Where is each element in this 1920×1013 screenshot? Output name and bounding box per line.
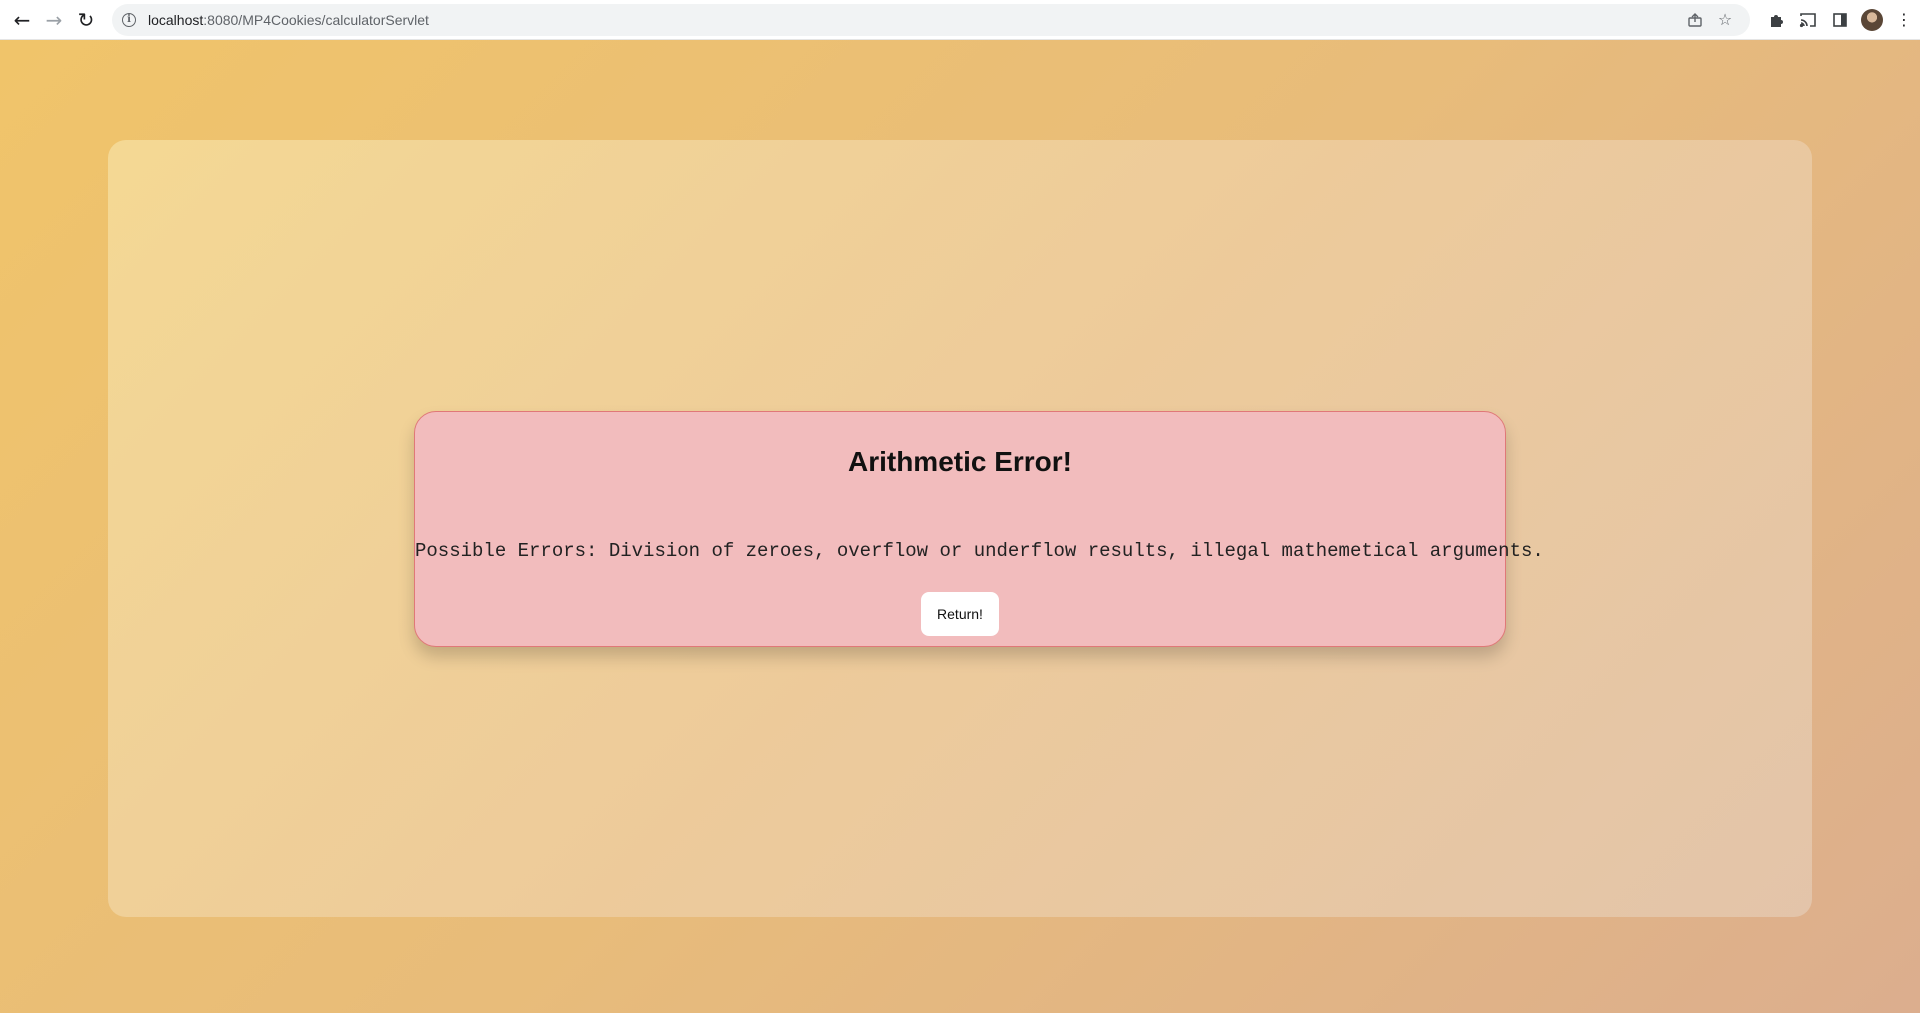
site-info-icon[interactable]: i [122,12,136,27]
reload-icon[interactable]: ↻ [70,4,102,36]
cast-icon[interactable] [1792,4,1824,36]
share-icon[interactable] [1680,6,1710,34]
side-panel-icon[interactable] [1824,4,1856,36]
profile-avatar[interactable] [1856,4,1888,36]
url-host: localhost [148,11,204,28]
navigation-buttons: ← → ↻ [6,4,102,36]
puzzle-icon[interactable] [1760,4,1792,36]
star-icon[interactable]: ☆ [1710,6,1740,34]
error-card: Arithmetic Error! Possible Errors: Divis… [414,411,1544,647]
kebab-menu-icon[interactable]: ⋮ [1888,4,1920,36]
error-title: Arithmetic Error! [847,446,1073,477]
url-path: :8080/MP4Cookies/calculatorServlet [203,11,429,28]
url-text[interactable]: localhost:8080/MP4Cookies/calculatorServ… [148,12,1680,28]
back-arrow-icon[interactable]: ← [6,4,38,36]
browser-toolbar: ← → ↻ i localhost:8080/MP4Cookies/calcul… [0,0,1920,40]
page-background: Arithmetic Error! Possible Errors: Divis… [0,40,1920,1013]
error-message: Possible Errors: Division of zeroes, ove… [415,540,1544,562]
avatar [1861,8,1883,31]
return-button[interactable]: Return! [921,592,999,636]
address-bar[interactable]: i localhost:8080/MP4Cookies/calculatorSe… [112,3,1750,36]
forward-arrow-icon[interactable]: → [38,4,70,36]
toolbar-actions: ⋮ [1760,4,1920,36]
